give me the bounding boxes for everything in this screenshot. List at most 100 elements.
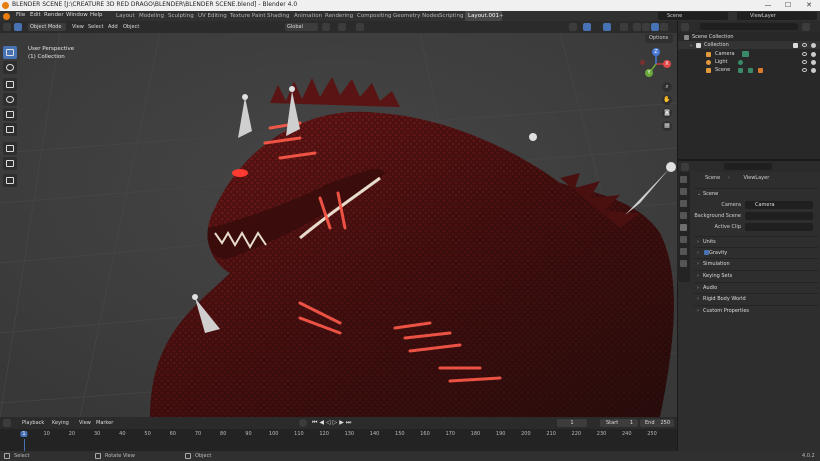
ortho-grid-icon[interactable]: ▦ [662, 121, 672, 131]
blender-menu-icon[interactable] [3, 13, 10, 20]
section-custom-properties[interactable]: Custom Properties [694, 305, 818, 316]
timeline-tick[interactable]: 60 [170, 431, 176, 437]
eye-icon[interactable] [802, 43, 807, 47]
camera-render-icon[interactable] [811, 60, 816, 65]
gizmo-z-axis[interactable]: Z [652, 48, 660, 56]
section-units[interactable]: Units [694, 236, 818, 247]
add-cube-tool[interactable] [3, 174, 17, 187]
timeline-tick[interactable]: 240 [622, 431, 632, 437]
scene-selector[interactable]: Scene [658, 12, 728, 20]
camera-view-icon[interactable]: ◙ [662, 108, 672, 118]
move-tool[interactable] [3, 78, 17, 91]
tab-shading[interactable]: Shading [264, 11, 292, 21]
section-keying-sets[interactable]: Keying Sets [694, 270, 818, 281]
xray-icon[interactable] [620, 23, 628, 31]
section-gravity[interactable]: Gravity [694, 247, 818, 258]
tab-modeling[interactable]: Modeling [136, 11, 167, 21]
section-simulation[interactable]: Simulation [694, 258, 818, 269]
tab-layout[interactable]: Layout [113, 11, 138, 21]
timeline-tick[interactable]: 230 [597, 431, 607, 437]
proportional-edit-icon[interactable] [356, 23, 364, 31]
background-scene-field[interactable] [745, 212, 813, 220]
timeline-tick[interactable]: 250 [647, 431, 657, 437]
timeline-tick[interactable]: 220 [572, 431, 582, 437]
select-mode-icon[interactable] [14, 23, 22, 31]
timeline-ruler[interactable]: 1 10 20 30 40 50 60 70 80 90 100 110 120 130 140 150 160… [0, 429, 677, 439]
menu-help[interactable]: Help [90, 12, 103, 18]
menu-render[interactable]: Render [44, 12, 64, 18]
expand-arrow-icon[interactable]: ⌄ [689, 42, 693, 48]
tab-view-layer-icon[interactable] [680, 212, 687, 219]
timeline-tick[interactable]: 150 [395, 431, 405, 437]
object-mode-dropdown[interactable]: Object Mode [28, 23, 66, 31]
timeline-tick[interactable]: 1 [20, 431, 28, 437]
timeline-tick[interactable]: 190 [496, 431, 506, 437]
properties-editor-icon[interactable] [681, 163, 689, 171]
shading-rendered-icon[interactable] [660, 23, 668, 31]
scale-tool[interactable] [3, 108, 17, 121]
start-frame-field[interactable]: Start 1 [600, 419, 638, 427]
outliner-row-camera[interactable]: Camera [678, 50, 820, 58]
transform-orientation-dropdown[interactable]: Global [285, 23, 318, 31]
tab-sculpting[interactable]: Sculpting [165, 11, 197, 21]
timeline-tick[interactable]: 210 [546, 431, 556, 437]
timeline-tick[interactable]: 140 [370, 431, 380, 437]
menu-timeline-view[interactable]: View [79, 420, 91, 426]
close-button[interactable]: ✕ [799, 0, 819, 11]
menu-view[interactable]: View [72, 24, 84, 30]
record-icon[interactable] [299, 419, 307, 427]
tab-texture-paint[interactable]: Texture Paint [227, 11, 269, 21]
tab-animation[interactable]: Animation [291, 11, 325, 21]
measure-tool[interactable] [3, 157, 17, 170]
add-workspace-button[interactable]: + [496, 11, 507, 21]
menu-keying[interactable]: Keying [52, 420, 69, 426]
menu-window[interactable]: Window [66, 12, 88, 18]
outliner-filter-icon[interactable] [802, 23, 810, 31]
timeline-tick[interactable]: 170 [445, 431, 455, 437]
viewlayer-selector[interactable]: ViewLayer [737, 12, 817, 20]
menu-add[interactable]: Add [108, 24, 118, 30]
timeline-tick[interactable]: 30 [94, 431, 100, 437]
annotate-tool[interactable] [3, 142, 17, 155]
menu-playback[interactable]: Playback [22, 420, 44, 426]
tab-texture-icon[interactable] [680, 260, 687, 267]
editor-type-icon[interactable] [3, 23, 11, 31]
timeline-editor-icon[interactable] [3, 419, 11, 427]
menu-select[interactable]: Select [88, 24, 103, 30]
exclude-checkbox[interactable] [793, 43, 798, 48]
menu-marker[interactable]: Marker [96, 420, 113, 426]
section-scene[interactable]: Scene [694, 188, 818, 199]
tab-rendering[interactable]: Rendering [322, 11, 356, 21]
shading-solid-icon[interactable] [642, 23, 650, 31]
timeline-tick[interactable]: 120 [319, 431, 329, 437]
tab-geometry-nodes[interactable]: Geometry Nodes [390, 11, 442, 21]
section-rigid-body-world[interactable]: Rigid Body World [694, 293, 818, 304]
timeline-tick[interactable]: 180 [471, 431, 481, 437]
camera-field[interactable]: Camera [745, 201, 813, 209]
outliner-search-input[interactable] [700, 23, 798, 30]
tab-collection-icon[interactable] [680, 248, 687, 255]
camera-render-icon[interactable] [811, 68, 816, 73]
timeline-tick[interactable]: 90 [245, 431, 251, 437]
gizmo-neg-x[interactable] [640, 60, 645, 65]
cursor-tool[interactable] [3, 61, 17, 74]
playhead[interactable] [24, 439, 25, 451]
timeline-tick[interactable]: 110 [294, 431, 304, 437]
timeline-tick[interactable]: 80 [220, 431, 226, 437]
active-clip-field[interactable] [745, 223, 813, 231]
gravity-checkbox[interactable] [704, 250, 709, 255]
pan-hand-icon[interactable]: ✋ [662, 95, 672, 105]
gizmo-toggle-icon[interactable] [583, 23, 591, 31]
overlay-toggle-icon[interactable] [603, 23, 611, 31]
camera-render-icon[interactable] [811, 43, 816, 48]
rotate-tool[interactable] [3, 93, 17, 106]
options-button[interactable]: Options [645, 34, 673, 43]
select-box-tool[interactable] [3, 46, 17, 59]
timeline-tick[interactable]: 200 [521, 431, 531, 437]
menu-file[interactable]: File [16, 12, 25, 18]
outliner-row-scene[interactable]: Scene [678, 66, 820, 74]
timeline-tick[interactable]: 160 [420, 431, 430, 437]
eye-icon[interactable] [802, 68, 807, 72]
timeline-tick[interactable]: 50 [144, 431, 150, 437]
eye-icon[interactable] [802, 60, 807, 64]
